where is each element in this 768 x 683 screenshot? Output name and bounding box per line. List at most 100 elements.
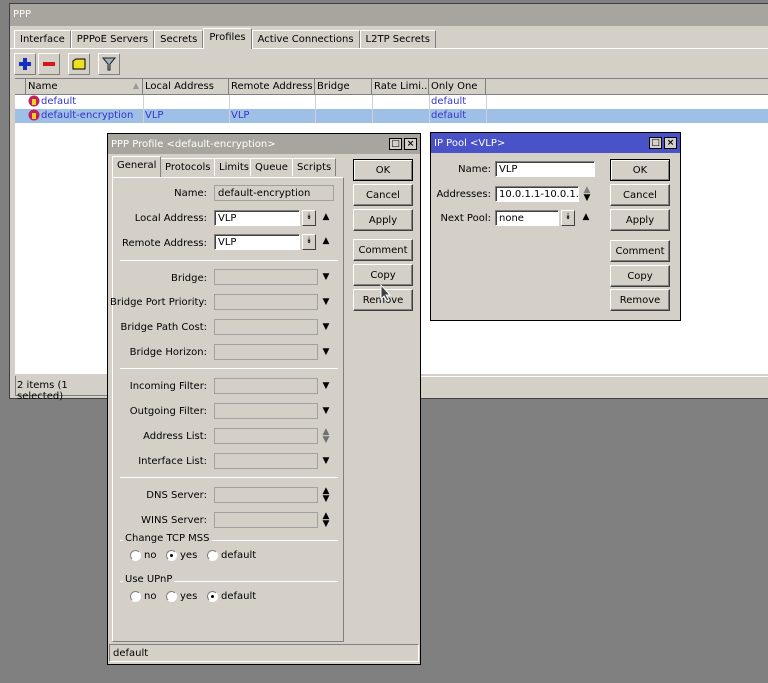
next-pool-field[interactable]: none (495, 210, 559, 226)
tab-pppoe-servers[interactable]: PPPoE Servers (70, 30, 155, 49)
bridge-field[interactable] (214, 269, 318, 285)
dropdown-arrow-icon[interactable]: ▼ (321, 456, 331, 466)
tcp-mss-no-radio[interactable]: no (130, 550, 156, 561)
column-header-remote-address[interactable]: Remote Address (229, 79, 315, 95)
ppp-profile-title: PPP Profile <default-encryption> (108, 134, 420, 154)
dropdown-arrow-icon[interactable]: ▼ (321, 406, 331, 416)
remove-button[interactable] (38, 53, 60, 75)
close-icon[interactable]: × (404, 138, 417, 150)
tab-active-connections[interactable]: Active Connections (251, 30, 360, 49)
dropdown-arrow-icon[interactable]: ▼ (321, 297, 331, 307)
address-list-field[interactable] (214, 428, 318, 444)
collapse-up-icon[interactable]: ▲ (321, 212, 331, 222)
pool-name-label: Name: (458, 164, 491, 175)
local-address-dropdown-icon[interactable]: ⯯ (302, 210, 316, 226)
grid-line (372, 95, 373, 123)
tab-limits[interactable]: Limits (214, 158, 254, 176)
spin-updown-icon[interactable]: ▲ ▼ (321, 512, 331, 529)
tab-interface[interactable]: Interface (14, 30, 71, 49)
local-address-field[interactable]: VLP (214, 210, 300, 226)
grid-line (315, 95, 316, 123)
tab-secrets[interactable]: Secrets (154, 30, 204, 49)
upnp-yes-radio[interactable]: yes (166, 591, 197, 602)
ok-button[interactable]: OK (353, 159, 413, 181)
collapse-up-icon[interactable]: ▲ (581, 212, 591, 222)
upnp-no-radio[interactable]: no (130, 591, 156, 602)
pool-ok-button[interactable]: OK (610, 159, 670, 181)
wins-server-field[interactable] (214, 512, 318, 528)
dns-server-label: DNS Server: (146, 490, 207, 501)
close-icon[interactable]: × (664, 137, 677, 149)
bridge-label: Bridge: (171, 273, 207, 284)
comment-button[interactable] (68, 53, 90, 75)
bridge-path-cost-label: Bridge Path Cost: (120, 322, 207, 333)
tab-scripts[interactable]: Scripts (292, 158, 337, 176)
sort-asc-icon: ▲ (132, 81, 139, 90)
incoming-filter-label: Incoming Filter: (129, 381, 207, 392)
bridge-horizon-label: Bridge Horizon: (129, 347, 207, 358)
grid-line (429, 95, 430, 123)
ip-pool-title: IP Pool <VLP> (431, 133, 680, 153)
dropdown-arrow-icon[interactable]: ▼ (321, 272, 331, 282)
column-header-local-address[interactable]: Local Address (143, 79, 229, 95)
pool-name-field[interactable]: VLP (495, 161, 595, 177)
tcp-mss-yes-radio[interactable]: yes (166, 550, 197, 561)
ip-pool-dialog: IP Pool <VLP> □ × Name: VLP Addresses: 1… (430, 132, 681, 321)
column-header-bridge[interactable]: Bridge (315, 79, 372, 95)
tab-profiles[interactable]: Profiles (203, 28, 252, 49)
column-header-only-one[interactable]: Only One (429, 79, 486, 95)
remote-address-dropdown-icon[interactable]: ⯯ (302, 234, 316, 250)
pool-apply-button[interactable]: Apply (610, 209, 670, 231)
dropdown-arrow-icon[interactable]: ▼ (321, 347, 331, 357)
spin-updown-icon[interactable]: ▲ ▼ (321, 428, 331, 445)
dropdown-arrow-icon[interactable]: ▼ (321, 322, 331, 332)
outgoing-filter-label: Outgoing Filter: (129, 406, 207, 417)
outgoing-filter-field[interactable] (214, 403, 318, 419)
pool-comment-button[interactable]: Comment (610, 240, 670, 262)
name-field[interactable]: default-encryption (214, 185, 334, 201)
bridge-path-cost-field[interactable] (214, 319, 318, 335)
pool-remove-button[interactable]: Remove (610, 289, 670, 311)
pool-copy-button[interactable]: Copy (610, 265, 670, 287)
column-header-filler (486, 79, 768, 95)
ppp-tabs: Interface PPPoE Servers Secrets Profiles… (14, 28, 436, 49)
interface-list-field[interactable] (214, 453, 318, 469)
maximize-icon[interactable]: □ (649, 137, 662, 149)
spin-updown-icon[interactable]: ▲ ▼ (582, 186, 592, 203)
maximize-icon[interactable]: □ (389, 138, 402, 150)
filter-icon (102, 57, 116, 71)
tab-queue[interactable]: Queue (250, 158, 293, 176)
cancel-button[interactable]: Cancel (353, 184, 413, 206)
apply-button[interactable]: Apply (353, 209, 413, 231)
bridge-port-priority-field[interactable] (214, 294, 318, 310)
folder-note-icon (72, 58, 86, 70)
tab-protocols[interactable]: Protocols (160, 158, 216, 176)
incoming-filter-field[interactable] (214, 378, 318, 394)
ppp-profile-tabs: General Protocols Limits Queue Scripts (112, 156, 344, 178)
add-button[interactable] (14, 53, 36, 75)
tab-general[interactable]: General (112, 156, 162, 177)
dropdown-arrow-icon[interactable]: ▼ (321, 381, 331, 391)
tcp-mss-default-radio[interactable]: default (207, 550, 256, 561)
table-row[interactable]: default default (15, 95, 768, 109)
addresses-field[interactable]: 10.0.1.1-10.0.1. (495, 186, 579, 202)
tab-l2tp-secrets[interactable]: L2TP Secrets (359, 30, 436, 49)
filter-button[interactable] (98, 53, 120, 75)
column-header-name[interactable]: Name ▲ (26, 79, 143, 95)
dns-server-field[interactable] (214, 487, 318, 503)
ppp-profile-dialog: PPP Profile <default-encryption> □ × Gen… (107, 133, 421, 665)
remote-address-field[interactable]: VLP (214, 234, 300, 250)
separator (120, 477, 338, 478)
next-pool-dropdown-icon[interactable]: ⯯ (561, 210, 575, 226)
ppp-profile-status-bar: default (109, 644, 419, 662)
copy-button[interactable]: Copy (353, 264, 413, 286)
collapse-up-icon[interactable]: ▲ (321, 236, 331, 246)
upnp-default-radio[interactable]: default (207, 591, 256, 602)
comment-button[interactable]: Comment (353, 239, 413, 261)
table-row-selected[interactable]: default-encryption VLP VLP default (15, 109, 768, 123)
spin-updown-icon[interactable]: ▲ ▼ (321, 487, 331, 504)
column-header-rate-limit[interactable]: Rate Limi... (372, 79, 429, 95)
grid-line (229, 95, 230, 123)
bridge-horizon-field[interactable] (214, 344, 318, 360)
pool-cancel-button[interactable]: Cancel (610, 184, 670, 206)
